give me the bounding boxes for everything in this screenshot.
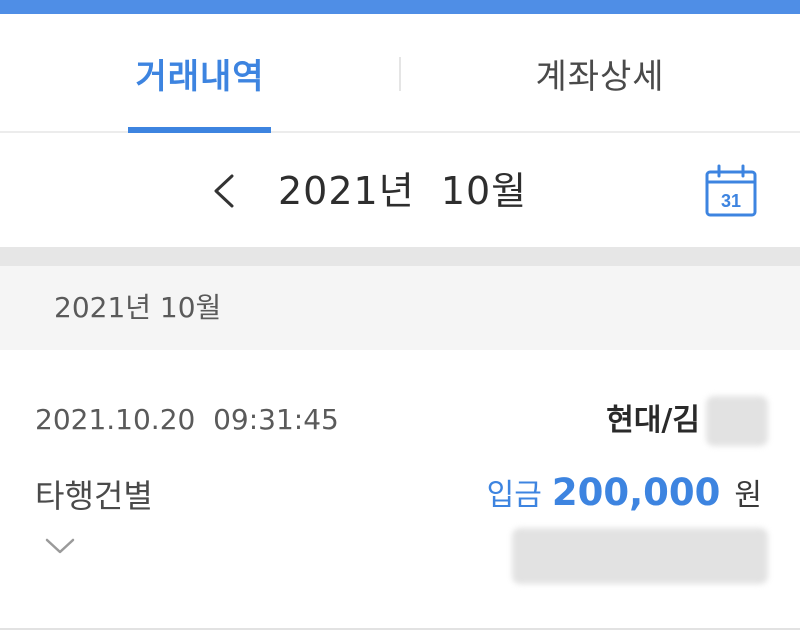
section-header-label: 2021년 10월 — [54, 291, 222, 324]
expand-transaction-button[interactable] — [44, 536, 76, 558]
month-section-header: 2021년 10월 — [0, 266, 800, 350]
chevron-left-icon — [214, 174, 234, 208]
status-bar-accent — [0, 0, 800, 14]
tab-account-detail[interactable]: 계좌상세 — [400, 14, 800, 133]
calendar-icon: 31 — [705, 164, 757, 217]
transaction-counterparty: 현대/김 — [606, 396, 768, 446]
transaction-amount-row: 입금 200,000 원 — [487, 470, 762, 522]
transaction-type: 타행건별 — [35, 477, 153, 515]
tab-bar: 거래내역 계좌상세 — [0, 14, 800, 133]
tab-transaction-history[interactable]: 거래내역 — [0, 14, 400, 133]
redacted-balance — [512, 528, 768, 584]
list-divider — [0, 628, 800, 630]
transaction-item[interactable]: 2021.10.20 09:31:45 현대/김 타행건별 입금 200,000… — [0, 350, 800, 630]
active-tab-indicator — [128, 127, 271, 133]
month-navigator: 2021년 10월 31 — [0, 135, 800, 247]
calendar-button[interactable]: 31 — [698, 160, 764, 222]
transaction-datetime: 2021.10.20 09:31:45 — [35, 403, 339, 436]
current-month-label: 2021년 10월 — [278, 169, 528, 213]
currency-unit: 원 — [734, 478, 762, 513]
counterparty-name: 현대/김 — [606, 403, 700, 438]
transaction-kind: 입금 — [486, 478, 542, 513]
previous-month-button[interactable] — [200, 165, 248, 217]
calendar-day-number: 31 — [721, 191, 741, 211]
tab-label: 거래내역 — [135, 57, 265, 97]
chevron-down-icon — [45, 538, 75, 554]
redacted-name — [706, 396, 768, 446]
tab-label: 계좌상세 — [535, 57, 665, 97]
section-separator — [0, 247, 800, 266]
transaction-amount: 200,000 — [551, 471, 721, 514]
